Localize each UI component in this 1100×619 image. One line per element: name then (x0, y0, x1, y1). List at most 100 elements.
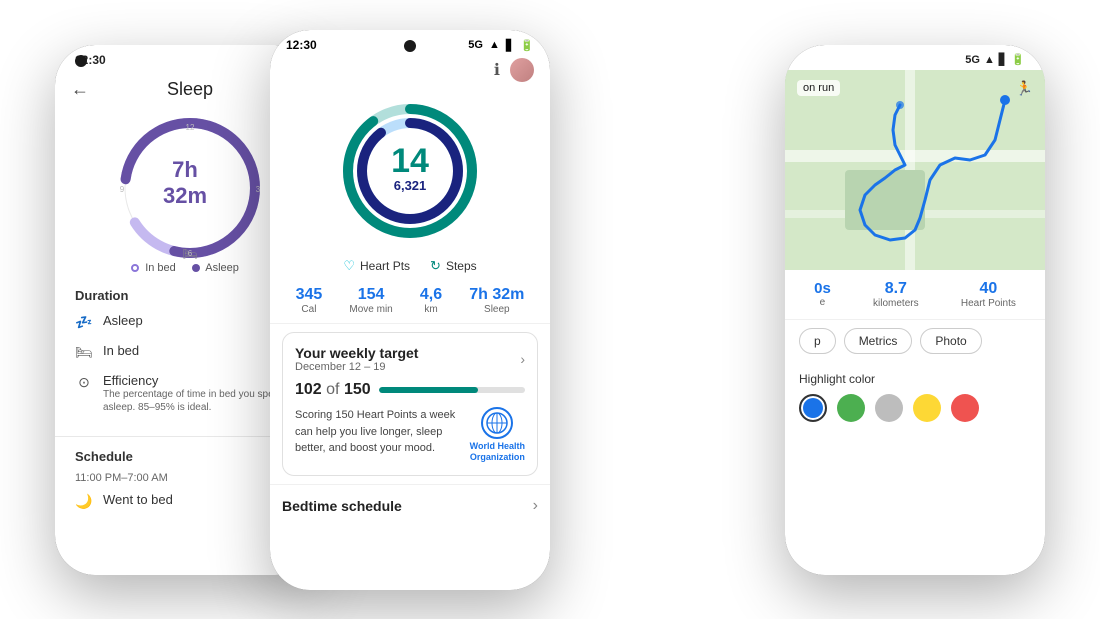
tab-photo[interactable]: Photo (920, 328, 981, 354)
info-icon[interactable]: ℹ (494, 60, 500, 80)
svg-text:6: 6 (188, 249, 193, 258)
progress-text: 102 of 150 (295, 381, 371, 399)
sleep-item-inbed: 🛏 In bed (75, 341, 295, 363)
who-text: World HealthOrganization (470, 441, 525, 463)
ring-chart-container: 14 6,321 (270, 96, 550, 246)
target-description: Scoring 150 Heart Points a week can help… (295, 407, 460, 457)
target-body: Scoring 150 Heart Points a week can help… (295, 407, 525, 463)
svg-text:3: 3 (256, 185, 261, 194)
highlight-color-section: Highlight color (785, 362, 1045, 432)
back-arrow-icon[interactable]: ← (71, 79, 89, 100)
battery-icon-right: 🔋 (1011, 53, 1025, 66)
scene: 12:30 ← Sleep (0, 0, 1100, 619)
user-avatar[interactable] (510, 58, 534, 82)
chevron-right-icon: › (520, 351, 525, 367)
bed-icon: 🛏 (75, 344, 93, 361)
battery-icon: 🔋 (520, 39, 534, 52)
heart-pts-icon: ♡ (343, 258, 355, 274)
progress-row: 102 of 150 (295, 381, 525, 399)
schedule-time: 11:00 PM–7:00 AM (75, 472, 295, 484)
color-red[interactable] (951, 394, 979, 422)
duration-title: Duration (75, 288, 295, 303)
steps-legend: ↻ Steps (430, 258, 477, 274)
stat-placeholder: 0s e (814, 280, 831, 309)
movemin-label: Move min (349, 304, 392, 315)
profile-row: ℹ (270, 56, 550, 86)
signal-text-center: 5G (468, 39, 483, 51)
photo-tabs: p Metrics Photo (785, 320, 1045, 362)
map-container: on run 🏃 (785, 70, 1045, 270)
bedtime-chevron-icon: › (533, 497, 538, 515)
progress-current: 102 (295, 381, 322, 398)
who-emblem (481, 407, 513, 439)
weekly-target-card[interactable]: Your weekly target December 12 – 19 › 10… (282, 332, 538, 476)
stat-km: 4,6 km (420, 286, 442, 315)
progress-of: of (326, 381, 344, 398)
heartpts-label: Heart Pts (360, 259, 410, 273)
who-logo: World HealthOrganization (470, 407, 525, 463)
ring-main-value: 14 (391, 144, 429, 178)
svg-text:12: 12 (186, 123, 195, 132)
wenttobed-label: Went to bed (103, 492, 295, 507)
ring-sub-value: 6,321 (391, 178, 429, 193)
signal-bars-right: ▋ (999, 53, 1007, 66)
run-label: on run (797, 80, 840, 96)
efficiency-label: Efficiency (103, 373, 295, 388)
highlight-color-label: Highlight color (799, 372, 1031, 386)
heartpts-run-label: Heart Points (961, 298, 1016, 309)
efficiency-desc: The percentage of time in bed you spent … (103, 388, 295, 414)
camera-hole-left (75, 55, 87, 67)
km-label: km (420, 304, 442, 315)
steps-icon: ↻ (430, 258, 441, 274)
cal-label: Cal (296, 304, 323, 315)
zzz-icon: 💤 (75, 314, 93, 331)
status-bar-right: 5G ▲ ▋ 🔋 (785, 45, 1045, 70)
ring-center-values: 14 6,321 (391, 144, 429, 193)
wifi-icon: ▲ (489, 39, 500, 51)
run-stats-row: 0s e 8.7 kilometers 40 Heart Points (785, 270, 1045, 320)
sleep-duration: 7h 32m (148, 157, 223, 209)
asleep-label: Asleep (103, 313, 295, 328)
run-stat-heartpts: 40 Heart Points (961, 280, 1016, 309)
activity-legend: ♡ Heart Pts ↻ Steps (270, 250, 550, 278)
fitness-stats-row: 345 Cal 154 Move min 4,6 km 7h 32m Sleep (270, 278, 550, 324)
efficiency-icon: ⊙ (75, 374, 93, 391)
weekly-target-date: December 12 – 19 (295, 361, 418, 373)
cal-value: 345 (296, 286, 323, 304)
km-run-value: 8.7 (873, 280, 919, 298)
wifi-icon-right: ▲ (984, 54, 995, 66)
phone-fitness: 12:30 5G ▲ ▋ 🔋 ℹ (270, 30, 550, 590)
map-background: on run 🏃 (785, 70, 1045, 270)
bedtime-row[interactable]: Bedtime schedule › (270, 484, 550, 527)
color-gray[interactable] (875, 394, 903, 422)
bedtime-label: Bedtime schedule (282, 498, 402, 514)
color-yellow[interactable] (913, 394, 941, 422)
heartpts-legend: ♡ Heart Pts (343, 258, 410, 274)
signal-text-right: 5G (965, 54, 980, 66)
run-icon: 🏃 (1016, 80, 1033, 97)
phone-running: 5G ▲ ▋ 🔋 (785, 45, 1045, 575)
route-svg (785, 70, 1045, 270)
km-run-label: kilometers (873, 298, 919, 309)
progress-bar-bg (379, 387, 525, 393)
km-value: 4,6 (420, 286, 442, 304)
color-blue[interactable] (799, 394, 827, 422)
weekly-target-title: Your weekly target (295, 345, 418, 361)
sleep-title: Sleep (101, 79, 279, 100)
tab-metrics[interactable]: Metrics (844, 328, 913, 354)
sleep-item-asleep: 💤 Asleep (75, 311, 295, 333)
svg-text:9: 9 (120, 185, 125, 194)
sleep-item-efficiency: ⊙ Efficiency The percentage of time in b… (75, 371, 295, 416)
tab-p[interactable]: p (799, 328, 836, 354)
progress-total: 150 (344, 381, 371, 398)
progress-bar-fill (379, 387, 479, 393)
inbed-label: In bed (103, 343, 295, 358)
stat-cal: 345 Cal (296, 286, 323, 315)
color-green[interactable] (837, 394, 865, 422)
stat-movemin: 154 Move min (349, 286, 392, 315)
stat-sleep: 7h 32m Sleep (469, 286, 524, 315)
status-time-center: 12:30 (286, 38, 317, 52)
heartpts-run-value: 40 (961, 280, 1016, 298)
steps-label: Steps (446, 259, 477, 273)
sleep-value: 7h 32m (469, 286, 524, 304)
